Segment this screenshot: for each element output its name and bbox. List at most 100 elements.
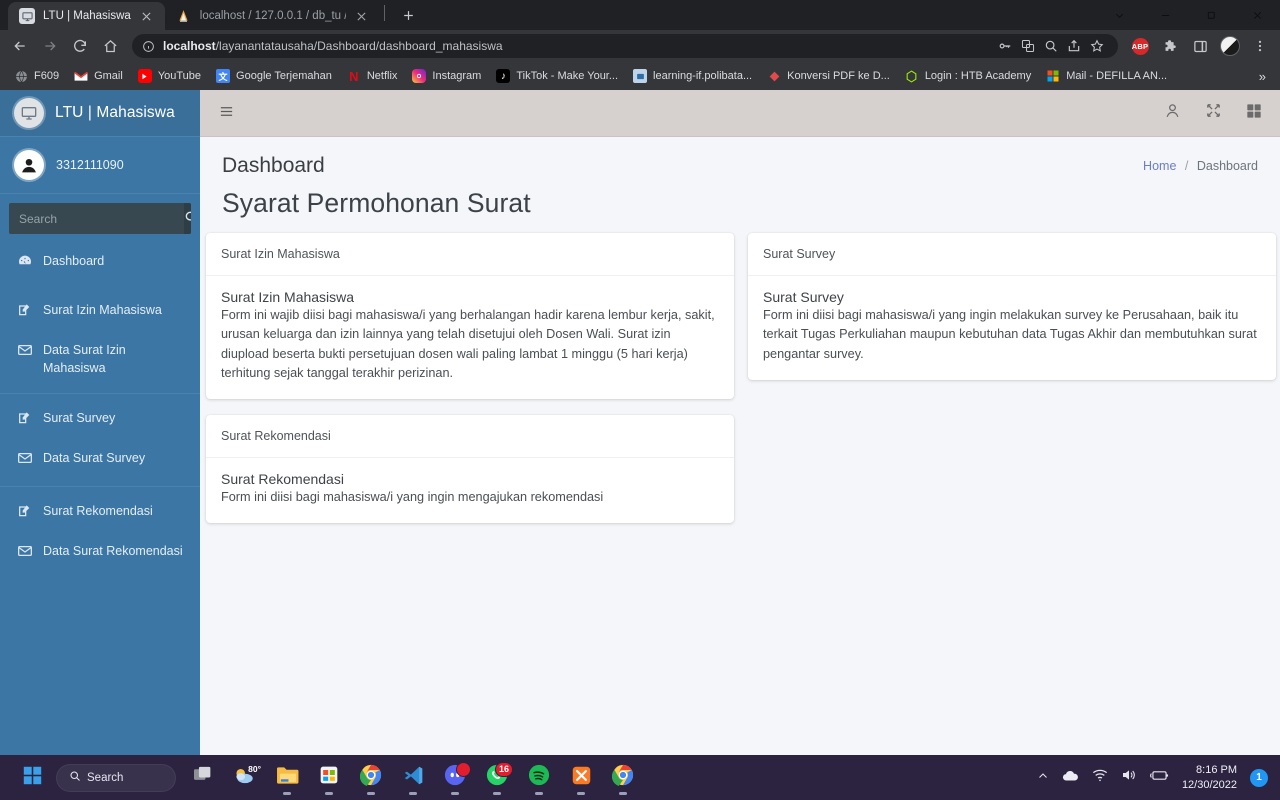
sidebar-brand[interactable]: LTU | Mahasiswa [0, 90, 200, 137]
user-panel[interactable]: 3312111090 [0, 137, 200, 194]
bookmark-item[interactable]: N Netflix [341, 66, 404, 86]
side-panel-icon[interactable] [1186, 32, 1214, 60]
spotify-button[interactable] [520, 759, 558, 797]
bookmark-item[interactable]: Login : HTB Academy [899, 66, 1037, 86]
browser-tab-phpmyadmin[interactable]: localhost / 127.0.0.1 / db_tu / use [165, 2, 380, 30]
whatsapp-button[interactable]: 16 [478, 759, 516, 797]
three-dot-menu-icon[interactable] [1246, 32, 1274, 60]
bookmark-item[interactable]: learning-if.polibata... [627, 66, 758, 86]
sidebar-item-label: Data Surat Survey [43, 450, 146, 465]
weather-widget[interactable]: 80° [226, 759, 264, 797]
search-icon[interactable] [1040, 35, 1062, 57]
forward-arrow-icon[interactable] [36, 32, 64, 60]
search-input[interactable] [9, 203, 184, 234]
store-icon [319, 765, 339, 790]
translate-icon[interactable] [1017, 35, 1039, 57]
sidebar-item-label: Data Surat Izin Mahasiswa [43, 343, 126, 376]
visual-studio-code-button[interactable] [394, 759, 432, 797]
extensions-puzzle-icon[interactable] [1156, 32, 1184, 60]
close-icon[interactable] [354, 8, 370, 24]
bookmark-label: YouTube [157, 70, 202, 82]
card-body: Surat Izin Mahasiswa Form ini wajib diis… [206, 276, 734, 399]
envelope-icon [17, 543, 34, 564]
cards-column-right: Surat Survey Surat Survey Form ini diisi… [748, 233, 1276, 380]
discord-button[interactable] [436, 759, 474, 797]
bookmark-item[interactable]: ♪ TikTok - Make Your... [490, 66, 624, 86]
sidebar-item-data-surat-survey[interactable]: Data Surat Survey [0, 440, 200, 480]
url-path: /layanantatausaha/Dashboard/dashboard_ma… [215, 39, 503, 53]
taskbar-search[interactable]: Search [56, 763, 176, 792]
adblock-plus-icon[interactable]: ABP [1126, 32, 1154, 60]
close-icon[interactable] [139, 8, 155, 24]
user-icon[interactable] [1164, 102, 1181, 124]
screen: LTU | Mahasiswa localhost / 127.0.0.1 / … [0, 0, 1280, 800]
reload-icon[interactable] [66, 32, 94, 60]
google-chrome-button[interactable] [352, 759, 390, 797]
start-button[interactable] [12, 759, 52, 797]
grid-icon[interactable] [1246, 103, 1262, 124]
breadcrumb-home-link[interactable]: Home [1143, 159, 1176, 173]
sidebar-item-dashboard[interactable]: Dashboard [0, 243, 200, 283]
notification-badge: 16 [494, 761, 513, 777]
bookmark-item[interactable]: Gmail [68, 66, 129, 86]
password-key-icon[interactable] [994, 35, 1016, 57]
file-explorer-button[interactable] [268, 759, 306, 797]
card-header: Surat Izin Mahasiswa [206, 233, 734, 276]
bookmark-item[interactable]: Instagram [406, 66, 487, 86]
sidebar-item-surat-survey[interactable]: Surat Survey [0, 400, 200, 440]
bookmark-star-icon[interactable] [1086, 35, 1108, 57]
task-view-button[interactable] [184, 759, 222, 797]
tab-strip: LTU | Mahasiswa localhost / 127.0.0.1 / … [0, 0, 1280, 30]
browser-tab-ltu[interactable]: LTU | Mahasiswa [8, 2, 165, 30]
edit-icon [17, 503, 34, 524]
sidebar-item-data-surat-izin-mahasiswa[interactable]: Data Surat Izin Mahasiswa [0, 332, 200, 386]
phpmyadmin-icon [176, 8, 192, 24]
moodle-icon [633, 69, 648, 83]
xampp-button[interactable] [562, 759, 600, 797]
sidebar-item-surat-rekomendasi[interactable]: Surat Rekomendasi [0, 493, 200, 533]
bookmark-item[interactable]: 文 Google Terjemahan [210, 66, 338, 86]
chrome-icon [611, 764, 634, 791]
search-icon [69, 770, 81, 785]
hamburger-icon[interactable] [218, 104, 235, 122]
running-indicator [367, 791, 375, 795]
chrome-secondary-button[interactable] [604, 759, 642, 797]
address-bar[interactable]: localhost/layanantatausaha/Dashboard/das… [132, 34, 1118, 58]
bookmark-item[interactable]: Mail - DEFILLA AN... [1040, 66, 1173, 86]
bookmarks-bar: F609 Gmail YouTube 文 Google Terjemahan N… [0, 62, 1280, 90]
card-body-text: Form ini diisi bagi mahasiswa/i yang ing… [221, 490, 604, 505]
card-surat-rekomendasi[interactable]: Surat Rekomendasi Surat Rekomendasi Form… [206, 415, 734, 524]
maximize-icon[interactable] [1188, 0, 1234, 30]
fullscreen-icon[interactable] [1205, 102, 1222, 124]
share-icon[interactable] [1063, 35, 1085, 57]
microsoft-store-button[interactable] [310, 759, 348, 797]
sidebar-item-surat-izin-mahasiswa[interactable]: Surat Izin Mahasiswa [0, 292, 200, 332]
card-header: Surat Survey [748, 233, 1276, 276]
search-button[interactable] [184, 203, 191, 234]
nav-divider [0, 485, 200, 487]
nav-divider [0, 392, 200, 394]
running-indicator [283, 791, 291, 795]
bookmark-item[interactable]: YouTube [132, 66, 207, 86]
gmail-icon [74, 69, 89, 83]
close-icon[interactable] [1234, 0, 1280, 30]
bookmark-item[interactable]: F609 [8, 66, 65, 86]
bookmarks-overflow-button[interactable]: » [1253, 69, 1272, 84]
back-arrow-icon[interactable] [6, 32, 34, 60]
card-surat-survey[interactable]: Surat Survey Surat Survey Form ini diisi… [748, 233, 1276, 380]
new-tab-button[interactable] [395, 1, 423, 29]
pdf-icon [767, 69, 781, 83]
chrome-icon [359, 764, 382, 791]
breadcrumb: Home / Dashboard [1143, 159, 1258, 173]
card-surat-izin-mahasiswa[interactable]: Surat Izin Mahasiswa Surat Izin Mahasisw… [206, 233, 734, 400]
cards-grid: Surat Izin Mahasiswa Surat Izin Mahasisw… [200, 233, 1280, 524]
home-icon[interactable] [96, 32, 124, 60]
spotify-icon [528, 764, 550, 791]
minimize-icon[interactable] [1142, 0, 1188, 30]
tab-search-chevron-down-icon[interactable] [1096, 0, 1142, 30]
cards-column-left: Surat Izin Mahasiswa Surat Izin Mahasisw… [206, 233, 734, 524]
navbar-actions [1164, 102, 1262, 124]
sidebar-item-data-surat-rekomendasi[interactable]: Data Surat Rekomendasi [0, 533, 200, 573]
avatar[interactable] [1216, 32, 1244, 60]
bookmark-item[interactable]: Konversi PDF ke D... [761, 66, 896, 86]
